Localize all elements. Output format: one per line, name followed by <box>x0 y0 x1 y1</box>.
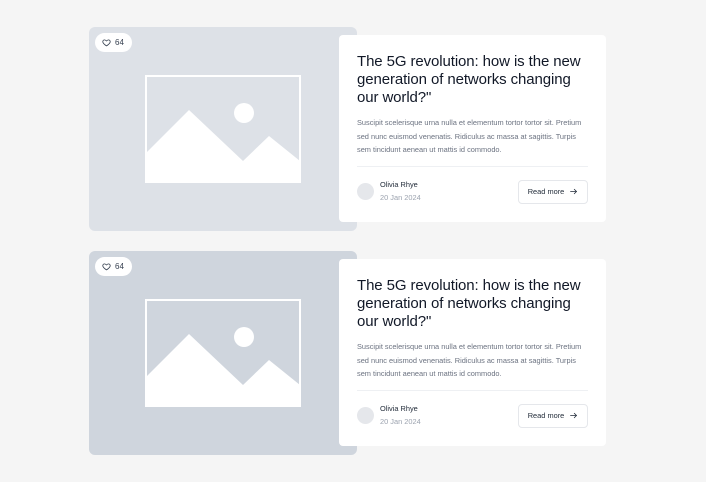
like-count: 64 <box>115 262 124 271</box>
post-footer: Olivia Rhye 20 Jan 2024 Read more <box>357 403 588 429</box>
post-footer: Olivia Rhye 20 Jan 2024 Read more <box>357 179 588 205</box>
divider <box>357 165 588 167</box>
heart-icon <box>102 263 111 271</box>
post-title[interactable]: The 5G revolution: how is the new genera… <box>357 277 588 331</box>
like-count: 64 <box>115 38 124 47</box>
blog-card[interactable]: 64 The 5G revolution: how is the new gen… <box>89 251 606 455</box>
author: Olivia Rhye 20 Jan 2024 <box>357 179 421 205</box>
arrow-right-icon <box>570 188 578 195</box>
heart-icon <box>102 39 111 47</box>
like-button[interactable]: 64 <box>95 257 132 276</box>
read-more-button[interactable]: Read more <box>518 179 588 204</box>
read-more-label: Read more <box>527 187 565 196</box>
avatar[interactable] <box>357 407 374 424</box>
post-title[interactable]: The 5G revolution: how is the new genera… <box>357 53 588 107</box>
post-date: 20 Jan 2024 <box>380 192 421 202</box>
blog-card[interactable]: 64 The 5G revolution: how is the new gen… <box>89 27 606 231</box>
read-more-button[interactable]: Read more <box>518 403 588 428</box>
post-excerpt: Suscipit scelerisque urna nulla et eleme… <box>357 118 582 154</box>
read-more-label: Read more <box>527 411 565 420</box>
post-excerpt: Suscipit scelerisque urna nulla et eleme… <box>357 342 582 378</box>
avatar[interactable] <box>357 183 374 200</box>
post-content: The 5G revolution: how is the new genera… <box>339 35 606 222</box>
author-name[interactable]: Olivia Rhye <box>380 403 421 415</box>
author: Olivia Rhye 20 Jan 2024 <box>357 403 421 429</box>
image-placeholder-icon <box>145 75 301 183</box>
arrow-right-icon <box>570 412 578 419</box>
post-date: 20 Jan 2024 <box>380 416 421 426</box>
post-image[interactable]: 64 <box>89 27 357 231</box>
post-content: The 5G revolution: how is the new genera… <box>339 259 606 446</box>
divider <box>357 389 588 391</box>
post-image[interactable]: 64 <box>89 251 357 455</box>
image-placeholder-icon <box>145 299 301 407</box>
like-button[interactable]: 64 <box>95 33 132 52</box>
author-name[interactable]: Olivia Rhye <box>380 179 421 191</box>
